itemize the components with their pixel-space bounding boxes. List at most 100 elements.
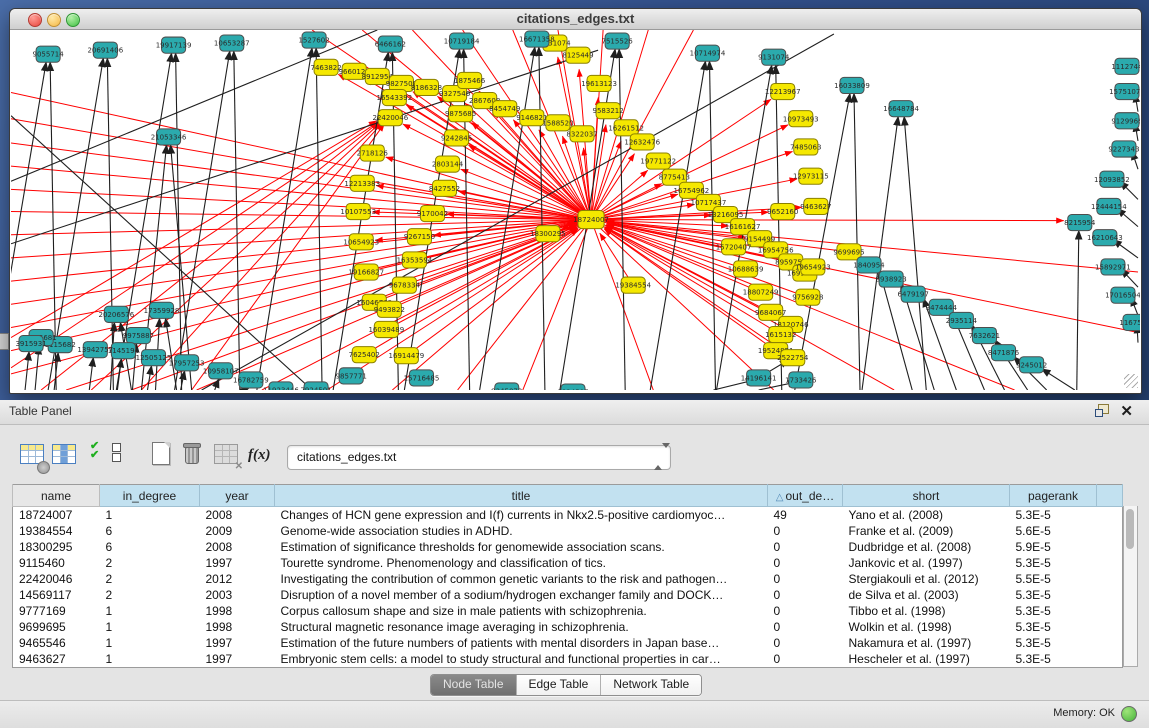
table-cell[interactable]: 0 [768,571,843,587]
table-cell[interactable]: 0 [768,651,843,668]
network-node[interactable]: 9756928 [792,289,823,305]
table-cell[interactable]: 1998 [200,619,275,635]
table-cell[interactable]: Yano et al. (2008) [843,507,1010,524]
column-header-short[interactable]: short [843,485,1010,507]
network-node[interactable]: 8186328 [411,79,442,95]
table-cell[interactable]: Estimation of significance thresholds fo… [275,539,768,555]
collapsed-panel-handle[interactable] [0,333,9,350]
table-cell[interactable]: 2 [100,587,200,603]
table-cell[interactable]: 2008 [200,507,275,524]
network-node[interactable]: 15716485 [404,370,440,386]
network-node[interactable]: 1615132 [765,326,796,342]
network-node[interactable]: 2935114 [946,312,978,328]
network-node[interactable]: 20691406 [87,42,123,58]
column-header-in_degree[interactable]: in_degree [100,485,200,507]
network-node[interactable]: 10107553 [340,203,376,219]
table-cell[interactable]: Embryonic stem cells: a model to study s… [275,651,768,668]
table-row[interactable]: 946362711997Embryonic stem cells: a mode… [13,651,1123,668]
network-node[interactable]: 9227343 [1108,141,1139,157]
table-cell[interactable]: 2003 [200,587,275,603]
column-header-year[interactable]: year [200,485,275,507]
table-cell[interactable]: Changes of HCN gene expression and I(f) … [275,507,768,524]
table-cell[interactable]: 19384554 [13,523,100,539]
table-cell[interactable]: 1 [100,635,200,651]
network-node[interactable]: 10714974 [690,45,726,61]
network-node[interactable]: 7924501 [300,382,331,390]
network-node[interactable]: 7632621 [969,327,1000,343]
table-cell[interactable]: 2009 [200,523,275,539]
network-node[interactable]: 7625402 [349,347,380,363]
network-node[interactable]: 1924507 [557,384,588,390]
table-row[interactable]: 1456911722003Disruption of a novel membe… [13,587,1123,603]
table-cell[interactable]: 1998 [200,603,275,619]
network-node[interactable]: 16648784 [883,101,919,117]
network-node[interactable]: 15892971 [1095,259,1131,275]
network-node[interactable]: 7515526 [602,33,634,49]
network-node[interactable]: 9267150 [404,229,435,245]
table-cell[interactable]: 1 [100,603,200,619]
select-all-icon[interactable]: ✔✔ [90,442,106,470]
network-node[interactable]: 9131074 [758,49,790,65]
close-panel-icon[interactable]: ✕ [1120,402,1133,420]
network-node[interactable]: 19613123 [581,75,617,91]
table-cell[interactable]: 5.3E-5 [1010,555,1097,571]
table-scrollbar[interactable] [1123,506,1138,667]
network-node[interactable]: 15751074 [1109,83,1140,99]
network-node[interactable]: 2718126 [357,145,389,161]
table-cell[interactable]: 6 [100,523,200,539]
table-cell[interactable]: 9463627 [13,651,100,668]
tab-network-table[interactable]: Network Table [601,675,701,695]
table-cell[interactable]: Franke et al. (2009) [843,523,1010,539]
table-cell[interactable]: 0 [768,539,843,555]
table-row[interactable]: 1938455462009Genome-wide association stu… [13,523,1123,539]
table-row[interactable]: 969969511998Structural magnetic resonanc… [13,619,1123,635]
network-node[interactable]: 1167531 [1119,314,1140,330]
column-header-pagerank[interactable]: pagerank [1010,485,1097,507]
table-cell[interactable]: 1997 [200,555,275,571]
tab-edge-table[interactable]: Edge Table [517,675,602,695]
network-node[interactable]: 14196141 [741,370,777,386]
column-header-title[interactable]: title [275,485,768,507]
table-cell[interactable]: 0 [768,603,843,619]
table-cell[interactable]: 9465546 [13,635,100,651]
network-node[interactable]: 19384554 [615,277,651,293]
network-node[interactable]: 1733426 [785,372,817,388]
table-row[interactable]: 977716911998Corpus callosum shape and si… [13,603,1123,619]
network-node[interactable]: 9583212 [592,103,623,119]
network-node[interactable]: 17957253 [169,355,205,371]
table-cell[interactable]: 0 [768,555,843,571]
network-node[interactable]: 16914479 [389,348,425,364]
column-select-icon[interactable] [52,442,78,470]
network-node[interactable]: 8215954 [1064,215,1096,231]
network-node[interactable]: 9245072 [491,383,522,390]
table-cell[interactable]: Corpus callosum shape and size in male p… [275,603,768,619]
table-cell[interactable]: 6 [100,539,200,555]
table-cell[interactable]: Nakamura et al. (1997) [843,635,1010,651]
window-resize-grip[interactable] [1124,374,1138,388]
table-cell[interactable]: 1997 [200,651,275,668]
table-cell[interactable]: de Silva et al. (2003) [843,587,1010,603]
table-cell[interactable]: 9699695 [13,619,100,635]
network-node[interactable]: 16033809 [834,77,870,93]
table-cell[interactable]: 0 [768,635,843,651]
network-node[interactable]: 18724007 [573,211,609,229]
network-node[interactable]: 8322037 [566,126,597,142]
network-node[interactable]: 1875466 [454,72,486,88]
table-cell[interactable]: 18300295 [13,539,100,555]
table-cell[interactable]: Wolkin et al. (1998) [843,619,1010,635]
table-cell[interactable]: 49 [768,507,843,524]
network-node[interactable]: 9493822 [374,301,405,317]
table-cell[interactable]: 5.3E-5 [1010,587,1097,603]
table-cell[interactable]: 5.3E-5 [1010,635,1097,651]
network-window[interactable]: citations_edges.txt 18724007746382296601… [9,8,1142,394]
network-node[interactable]: 9857771 [336,368,367,384]
network-node[interactable]: 9055714 [33,46,65,62]
network-node[interactable]: 1527602 [298,32,329,48]
network-node[interactable]: 2522754 [777,350,809,366]
network-node[interactable]: 8125449 [562,47,593,63]
network-node[interactable]: 8938923 [875,271,906,287]
network-node[interactable]: 17016504 [1105,287,1140,303]
table-cell[interactable]: Investigating the contribution of common… [275,571,768,587]
table-cell[interactable]: 1997 [200,635,275,651]
network-node[interactable]: 3915931 [15,336,46,352]
